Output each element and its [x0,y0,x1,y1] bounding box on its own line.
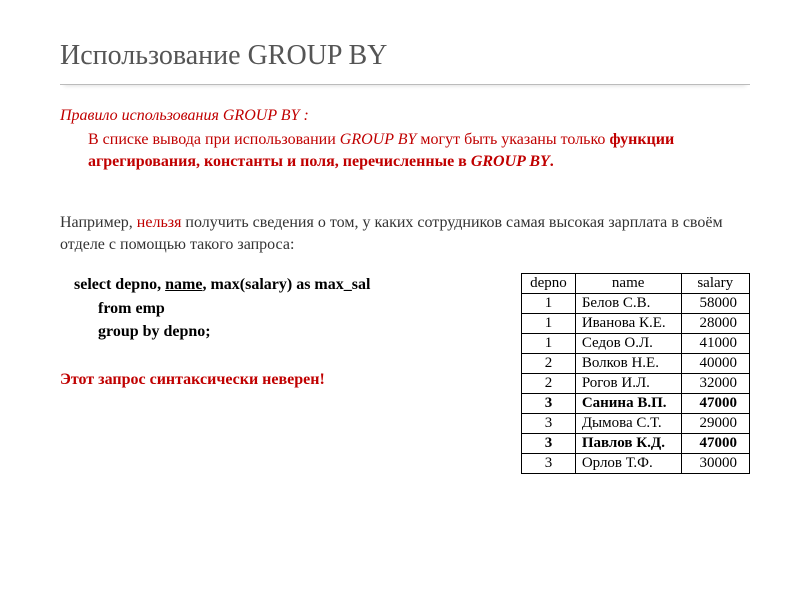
rule-groupby-2: GROUP BY [471,153,550,170]
sql-query: select depno, name, max(salary) as max_s… [74,273,491,343]
sql-l1-a: select depno, [74,276,165,293]
cell-name: Седов О.Л. [575,334,681,354]
cell-salary: 41000 [681,334,750,354]
cell-depno: 3 [522,454,576,474]
cell-salary: 29000 [681,414,750,434]
cell-depno: 1 [522,334,576,354]
example-red: нельзя [137,214,182,231]
sql-line-3: group by depno; [98,320,491,343]
cell-depno: 1 [522,294,576,314]
sql-l1-b: , max(salary) as max_sal [202,276,370,293]
cell-depno: 2 [522,354,576,374]
cell-salary: 47000 [681,394,750,414]
table-row: 1Седов О.Л.41000 [522,334,750,354]
table-row: 3Павлов К.Д.47000 [522,434,750,454]
table-row: 3Санина В.П.47000 [522,394,750,414]
cell-salary: 32000 [681,374,750,394]
table-row: 2Волков Н.Е.40000 [522,354,750,374]
cell-depno: 3 [522,434,576,454]
cell-depno: 3 [522,394,576,414]
cell-salary: 47000 [681,434,750,454]
sql-line-1: select depno, name, max(salary) as max_s… [74,273,491,296]
rule-heading: Правило использования GROUP BY : [60,107,750,125]
left-column: select depno, name, max(salary) as max_s… [60,273,491,389]
col-depno: depno [522,274,576,294]
table-row: 2Рогов И.Л.32000 [522,374,750,394]
cell-name: Дымова С.Т. [575,414,681,434]
col-name: name [575,274,681,294]
cell-depno: 2 [522,374,576,394]
cell-salary: 58000 [681,294,750,314]
rule-groupby-1: GROUP BY [340,131,417,148]
table-header-row: depno name salary [522,274,750,294]
cell-name: Волков Н.Е. [575,354,681,374]
cell-name: Иванова К.Е. [575,314,681,334]
rule-body: В списке вывода при использовании GROUP … [88,129,750,172]
example-pre: Например, [60,214,137,231]
cell-salary: 40000 [681,354,750,374]
data-table: depno name salary 1Белов С.В.580001Ивано… [521,273,750,474]
slide: Использование GROUP BY Правило использов… [0,0,800,504]
table-row: 1Белов С.В.58000 [522,294,750,314]
cell-salary: 28000 [681,314,750,334]
error-message: Этот запрос синтаксически неверен! [60,371,491,389]
cell-name: Рогов И.Л. [575,374,681,394]
rule-text-mid: могут быть указаны только [416,131,609,148]
rule-text-pre: В списке вывода при использовании [88,131,340,148]
slide-title: Использование GROUP BY [60,40,750,85]
col-salary: salary [681,274,750,294]
cell-name: Белов С.В. [575,294,681,314]
cell-depno: 3 [522,414,576,434]
sql-line-2: from emp [98,297,491,320]
cell-depno: 1 [522,314,576,334]
content-row: select depno, name, max(salary) as max_s… [60,273,750,474]
data-table-wrap: depno name salary 1Белов С.В.580001Ивано… [521,273,750,474]
table-row: 3Орлов Т.Ф.30000 [522,454,750,474]
cell-name: Павлов К.Д. [575,434,681,454]
cell-name: Орлов Т.Ф. [575,454,681,474]
example-intro: Например, нельзя получить сведения о том… [60,212,750,255]
sql-l1-name: name [165,276,202,293]
cell-name: Санина В.П. [575,394,681,414]
table-row: 3Дымова С.Т.29000 [522,414,750,434]
cell-salary: 30000 [681,454,750,474]
table-row: 1Иванова К.Е.28000 [522,314,750,334]
rule-text-end: . [550,153,554,170]
